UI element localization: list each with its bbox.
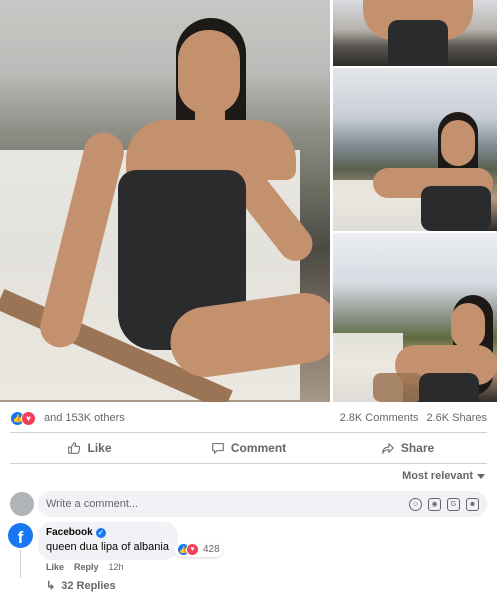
- post-action-row: Like Comment Share: [10, 434, 487, 462]
- comment-reactions[interactable]: 👍 ♥ 428: [174, 542, 223, 557]
- comment-input-placeholder: Write a comment...: [46, 498, 139, 510]
- comment-reply-link[interactable]: Reply: [74, 562, 99, 572]
- comment-button-label: Comment: [230, 441, 287, 455]
- photo-thumb-3[interactable]: [333, 233, 497, 402]
- replies-count: 32 Replies: [61, 579, 116, 592]
- thread-line: [20, 550, 21, 578]
- share-button[interactable]: Share: [328, 434, 487, 462]
- current-user-avatar: [10, 492, 34, 516]
- photo-thumb-1[interactable]: [333, 0, 497, 66]
- thumb3-face: [451, 303, 485, 349]
- facebook-post: 👍 ♥ and 153K others 2.8K Comments 2.6K S…: [0, 0, 497, 600]
- camera-icon[interactable]: ◉: [428, 497, 441, 511]
- emoji-icon[interactable]: ☺: [409, 497, 422, 511]
- photo-main[interactable]: [0, 0, 330, 402]
- share-arrow-icon: [382, 443, 394, 454]
- chevron-down-icon: [477, 473, 485, 479]
- shares-count-link[interactable]: 2.6K Shares: [426, 412, 487, 424]
- comment-input[interactable]: Write a comment... ☺ ◉ G ☻: [38, 491, 487, 517]
- facebook-avatar[interactable]: f: [8, 523, 33, 548]
- photo-thumb-2[interactable]: [333, 68, 497, 231]
- love-reaction-icon: ♥: [21, 410, 36, 426]
- reactions-summary-bar: 👍 ♥ and 153K others 2.8K Comments 2.6K S…: [0, 405, 497, 431]
- divider-bottom: [10, 463, 487, 464]
- share-button-label: Share: [400, 441, 435, 455]
- comments-count-link[interactable]: 2.8K Comments: [340, 412, 419, 424]
- thumb1-dress: [388, 20, 448, 66]
- facebook-logo-icon: f: [17, 528, 24, 547]
- comment-meta: Like Reply 12h: [46, 562, 124, 572]
- divider-top: [10, 432, 487, 433]
- thumb2-dress: [421, 186, 491, 231]
- comment-bubble: Facebook ✓ queen dua lipa of albania: [38, 522, 178, 560]
- composer-icons: ☺ ◉ G ☻: [409, 497, 479, 511]
- comment-author-name[interactable]: Facebook: [46, 527, 93, 538]
- sort-label: Most relevant: [402, 470, 473, 482]
- thumb3-dress: [419, 373, 479, 402]
- comment-author: Facebook ✓: [46, 527, 170, 538]
- like-button-label: Like: [87, 441, 112, 455]
- comment-sort-dropdown[interactable]: Most relevant: [402, 470, 485, 482]
- view-replies-link[interactable]: ↳ 32 Replies: [46, 579, 116, 593]
- reactions-summary-text[interactable]: and 153K others: [44, 412, 340, 424]
- reaction-icons[interactable]: 👍 ♥: [10, 410, 36, 426]
- thumb2-face: [441, 120, 475, 166]
- comment-like-link[interactable]: Like: [46, 562, 64, 572]
- gif-icon[interactable]: G: [447, 497, 460, 511]
- comment-time[interactable]: 12h: [109, 562, 124, 572]
- love-reaction-icon: ♥: [186, 543, 199, 556]
- thumb3-bag: [373, 373, 423, 402]
- comment-bubble-icon: [212, 443, 224, 454]
- face-shape: [178, 30, 240, 114]
- like-button[interactable]: Like: [10, 434, 169, 462]
- sticker-icon[interactable]: ☻: [466, 497, 479, 511]
- comment-text: queen dua lipa of albania: [46, 541, 169, 553]
- thumbs-up-icon: [68, 442, 81, 454]
- photo-collage: [0, 0, 497, 402]
- verified-badge-icon: ✓: [95, 527, 106, 538]
- reply-arrow-icon: ↳: [46, 580, 56, 592]
- comment-reaction-count: 428: [203, 544, 220, 555]
- comment-button[interactable]: Comment: [169, 434, 328, 462]
